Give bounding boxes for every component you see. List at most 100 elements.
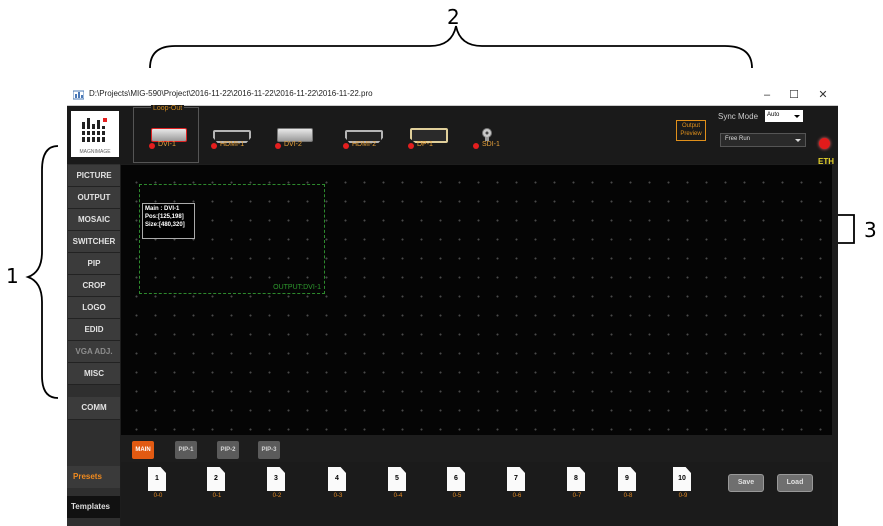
preset-item[interactable]: 10 0-9 xyxy=(673,467,693,499)
chevron-down-icon xyxy=(795,139,801,142)
sidebar-item-logo[interactable]: LOGO xyxy=(68,297,120,319)
port-hdmi-2[interactable]: HDMI-2 xyxy=(335,128,395,152)
preset-index: 0-2 xyxy=(272,493,282,499)
layer-main-button[interactable]: MAIN xyxy=(132,441,154,459)
callout-2: 2 xyxy=(447,5,460,29)
preset-index: 0-0 xyxy=(153,493,163,499)
sidebar-item-misc[interactable]: MISC xyxy=(68,363,120,385)
output-preview-button[interactable]: Output Preview xyxy=(676,120,706,141)
layer-pip-1-button[interactable]: PIP-1 xyxy=(175,441,197,459)
minimize-icon[interactable]: – xyxy=(757,87,777,103)
port-label: DVI-1 xyxy=(158,141,176,148)
sidebar-item-pip[interactable]: PIP xyxy=(68,253,120,275)
status-led-icon xyxy=(275,143,281,149)
sidebar-item-picture[interactable]: PICTURE xyxy=(68,165,120,187)
preset-number: 4 xyxy=(328,467,346,491)
sidebar-item-output[interactable]: OUTPUT xyxy=(68,187,120,209)
run-mode-select[interactable]: Free Run xyxy=(720,133,806,147)
sidebar-item-edid[interactable]: EDID xyxy=(68,319,120,341)
sidebar-item-vga-adj[interactable]: VGA ADJ. xyxy=(68,341,120,363)
port-hdmi-1[interactable]: HDMI-1 xyxy=(203,128,263,152)
status-led-icon xyxy=(211,143,217,149)
sync-mode-value: Auto xyxy=(767,112,780,118)
preset-number: 7 xyxy=(507,467,525,491)
dvi-connector-icon xyxy=(277,128,313,142)
port-label: DP-1 xyxy=(417,141,433,148)
window-title: D:\Projects\MIG-590\Project\2016-11-22\2… xyxy=(89,89,373,98)
status-led-icon xyxy=(473,143,479,149)
preset-item[interactable]: 7 0-6 xyxy=(507,467,527,499)
status-led-icon xyxy=(149,143,155,149)
callout-1: 1 xyxy=(6,264,19,288)
port-dvi-2[interactable]: DVI-2 xyxy=(267,128,327,152)
output-region[interactable]: OUTPUT:DVI-1 xyxy=(139,184,325,294)
tab-presets[interactable]: Presets xyxy=(67,466,120,488)
sync-mode-label: Sync Mode xyxy=(718,112,759,121)
save-button[interactable]: Save xyxy=(728,474,764,492)
port-label: HDMI-2 xyxy=(352,141,377,148)
preset-number: 3 xyxy=(267,467,285,491)
status-led-icon xyxy=(343,143,349,149)
status-led-icon xyxy=(408,143,414,149)
logo-text: MAGNIMAGE xyxy=(79,149,111,155)
layer-info-size: Size:[480,320] xyxy=(145,222,185,228)
preset-item[interactable]: 8 0-7 xyxy=(567,467,587,499)
port-label: SDI-1 xyxy=(482,141,500,148)
logo-mark-icon xyxy=(81,118,107,142)
preset-index: 0-9 xyxy=(678,493,688,499)
port-dvi-1[interactable]: DVI-1 xyxy=(141,128,201,152)
connection-status-icon xyxy=(819,138,830,149)
app-window: D:\Projects\MIG-590\Project\2016-11-22\2… xyxy=(67,85,838,526)
port-sdi-1[interactable]: SDI-1 xyxy=(465,128,525,152)
layer-info-position: Pos:[125,198] xyxy=(145,214,184,220)
close-icon[interactable]: ✕ xyxy=(813,87,833,103)
preset-number: 8 xyxy=(567,467,585,491)
layer-pip-3-button[interactable]: PIP-3 xyxy=(258,441,280,459)
preset-bar xyxy=(121,462,832,526)
sidebar-item-comm[interactable]: COMM xyxy=(68,397,120,420)
sidebar-item-crop[interactable]: CROP xyxy=(68,275,120,297)
preset-index: 0-8 xyxy=(623,493,633,499)
preset-item[interactable]: 3 0-2 xyxy=(267,467,287,499)
preset-item[interactable]: 9 0-8 xyxy=(618,467,638,499)
preset-item[interactable]: 6 0-5 xyxy=(447,467,467,499)
maximize-icon[interactable]: ☐ xyxy=(784,87,804,103)
preset-index: 0-7 xyxy=(572,493,582,499)
output-region-label: OUTPUT:DVI-1 xyxy=(273,284,321,291)
preset-number: 2 xyxy=(207,467,225,491)
load-button[interactable]: Load xyxy=(777,474,813,492)
preset-number: 5 xyxy=(388,467,406,491)
loop-out-label: Loop-Out xyxy=(151,105,185,112)
left-brace xyxy=(25,145,59,399)
magnimage-logo: MAGNIMAGE xyxy=(71,111,119,157)
layer-info-source: Main : DVI-1 xyxy=(145,206,180,212)
port-dp-1[interactable]: DP-1 xyxy=(400,128,460,152)
preset-index: 0-3 xyxy=(333,493,343,499)
preset-index: 0-6 xyxy=(512,493,522,499)
top-brace xyxy=(149,25,753,69)
preset-index: 0-5 xyxy=(452,493,462,499)
preset-item[interactable]: 5 0-4 xyxy=(388,467,408,499)
preset-item[interactable]: 4 0-3 xyxy=(328,467,348,499)
layer-pip-2-button[interactable]: PIP-2 xyxy=(217,441,239,459)
run-mode-value: Free Run xyxy=(725,136,751,142)
layer-info-box[interactable]: Main : DVI-1 Pos:[125,198] Size:[480,320… xyxy=(142,203,195,239)
sidebar-item-switcher[interactable]: SWITCHER xyxy=(68,231,120,253)
sidebar-item-mosaic[interactable]: MOSAIC xyxy=(68,209,120,231)
app-icon xyxy=(73,90,84,100)
preset-number: 1 xyxy=(148,467,166,491)
preset-number: 6 xyxy=(447,467,465,491)
chevron-down-icon xyxy=(794,115,800,118)
preset-index: 0-4 xyxy=(393,493,403,499)
tab-templates[interactable]: Templates xyxy=(67,496,120,518)
preset-number: 10 xyxy=(673,467,691,491)
preset-number: 9 xyxy=(618,467,636,491)
callout-3: 3 xyxy=(864,218,877,242)
title-bar[interactable]: D:\Projects\MIG-590\Project\2016-11-22\2… xyxy=(67,85,838,106)
sync-mode-select[interactable]: Auto xyxy=(765,110,803,122)
port-label: HDMI-1 xyxy=(220,141,245,148)
sdi-connector-icon xyxy=(482,128,492,141)
dvi-connector-icon xyxy=(151,128,187,142)
preset-item[interactable]: 1 0-0 xyxy=(148,467,168,499)
preset-item[interactable]: 2 0-1 xyxy=(207,467,227,499)
